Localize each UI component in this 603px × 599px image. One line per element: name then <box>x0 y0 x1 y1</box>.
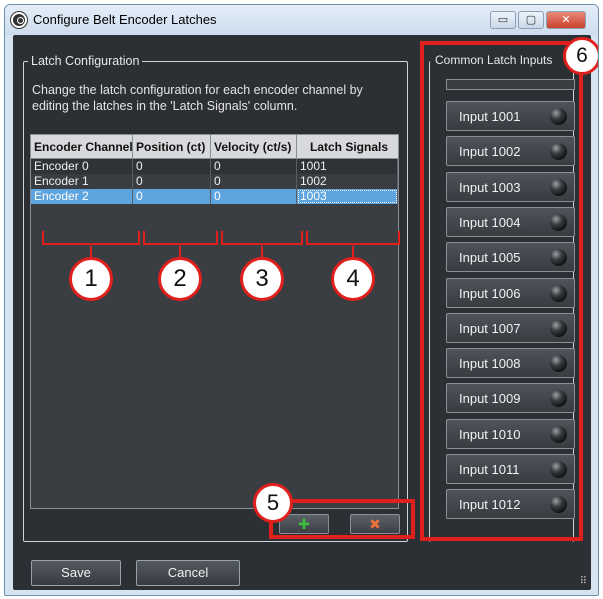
latch-signals-cell[interactable]: 1002 <box>297 174 398 189</box>
velocity-cell: 0 <box>211 174 297 189</box>
annotation-bracket-4 <box>306 231 400 245</box>
annotation-bracket-2 <box>143 231 218 245</box>
table-row-selected[interactable]: Encoder 2 0 0 1003 <box>31 189 398 204</box>
callout-6: 6 <box>563 37 598 75</box>
window-title: Configure Belt Encoder Latches <box>33 12 217 27</box>
latch-configuration-description: Change the latch configuration for each … <box>32 83 363 113</box>
velocity-cell: 0 <box>211 189 297 204</box>
encoder-channel-cell: Encoder 2 <box>31 189 133 204</box>
annotation-box-6 <box>420 41 583 541</box>
position-cell: 0 <box>133 174 211 189</box>
encoder-latch-table: Encoder Channel Position (ct) Velocity (… <box>30 134 399 509</box>
table-header: Encoder Channel Position (ct) Velocity (… <box>31 135 398 159</box>
velocity-cell: 0 <box>211 159 297 174</box>
callout-4: 4 <box>331 257 375 301</box>
callout-3: 3 <box>240 257 284 301</box>
title-bar[interactable]: Configure Belt Encoder Latches ▭ ▢ ✕ <box>5 5 598 35</box>
latch-signals-cell[interactable]: 1001 <box>297 159 398 174</box>
remove-latch-button[interactable]: ✖ <box>350 514 400 534</box>
column-header-latch-signals[interactable]: Latch Signals <box>297 135 398 158</box>
encoder-channel-cell: Encoder 1 <box>31 174 133 189</box>
position-cell: 0 <box>133 189 211 204</box>
minimize-button[interactable]: ▭ <box>490 11 516 29</box>
latch-configuration-title: Latch Configuration <box>28 53 143 69</box>
position-cell: 0 <box>133 159 211 174</box>
close-button[interactable]: ✕ <box>546 11 586 29</box>
app-logo-icon <box>11 12 27 28</box>
callout-5: 5 <box>253 483 293 523</box>
dialog-window: Configure Belt Encoder Latches ▭ ▢ ✕ Lat… <box>4 4 599 596</box>
table-row[interactable]: Encoder 1 0 0 1002 <box>31 174 398 189</box>
column-header-encoder-channel[interactable]: Encoder Channel <box>31 135 133 158</box>
latch-configuration-group: Latch Configuration Change the latch con… <box>23 53 408 542</box>
column-header-position[interactable]: Position (ct) <box>133 135 211 158</box>
callout-1: 1 <box>69 257 113 301</box>
column-header-velocity[interactable]: Velocity (ct/s) <box>211 135 297 158</box>
save-button[interactable]: Save <box>31 560 121 586</box>
encoder-channel-cell: Encoder 0 <box>31 159 133 174</box>
cancel-button[interactable]: Cancel <box>136 560 240 586</box>
dialog-body: Latch Configuration Change the latch con… <box>13 35 598 590</box>
latch-signals-cell[interactable]: 1003 <box>297 189 398 204</box>
callout-2: 2 <box>158 257 202 301</box>
resize-grip-icon[interactable]: ⠿ <box>580 577 587 587</box>
table-row[interactable]: Encoder 0 0 0 1001 <box>31 159 398 174</box>
annotation-bracket-1 <box>42 231 140 245</box>
annotation-bracket-3 <box>221 231 303 245</box>
maximize-button[interactable]: ▢ <box>518 11 544 29</box>
